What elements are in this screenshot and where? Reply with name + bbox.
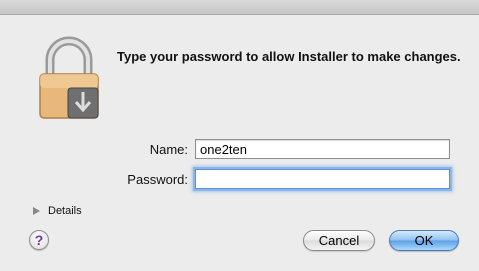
cancel-button[interactable]: Cancel	[303, 230, 375, 251]
name-label: Name:	[149, 142, 188, 157]
details-label: Details	[48, 205, 82, 217]
details-disclosure[interactable]: Details	[33, 205, 82, 217]
ok-button[interactable]: OK	[389, 230, 459, 251]
disclosure-triangle-icon[interactable]	[33, 207, 40, 215]
lock-icon	[39, 36, 99, 119]
password-field[interactable]	[195, 169, 450, 189]
dialog-message: Type your password to allow Installer to…	[117, 49, 461, 64]
name-field[interactable]	[195, 139, 450, 159]
authentication-dialog: Type your password to allow Installer to…	[0, 0, 479, 271]
help-button[interactable]: ?	[29, 230, 49, 250]
password-label: Password:	[127, 172, 188, 187]
window-titlebar	[0, 0, 479, 15]
